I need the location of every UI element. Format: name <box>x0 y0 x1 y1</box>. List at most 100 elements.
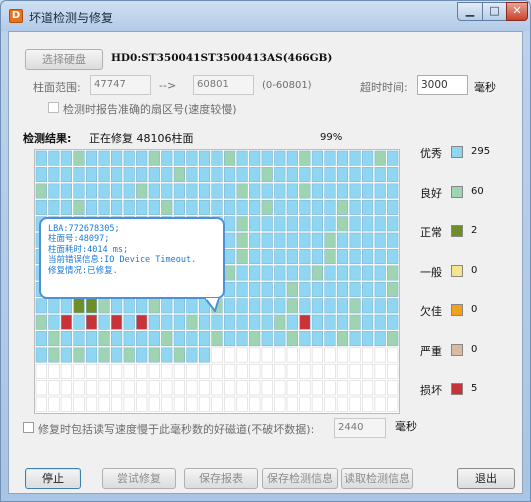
map-cell[interactable] <box>286 380 298 396</box>
map-cell[interactable] <box>311 183 324 199</box>
map-cell[interactable] <box>261 150 273 166</box>
map-cell[interactable] <box>60 314 73 330</box>
map-cell[interactable] <box>60 363 73 379</box>
map-cell[interactable] <box>85 380 98 396</box>
map-cell[interactable] <box>186 314 198 330</box>
map-cell[interactable] <box>35 331 47 347</box>
map-cell[interactable] <box>299 380 311 396</box>
map-cell[interactable] <box>361 347 374 363</box>
map-cell[interactable] <box>236 331 248 347</box>
map-cell[interactable] <box>336 232 349 248</box>
map-cell[interactable] <box>336 281 349 297</box>
map-cell[interactable] <box>324 216 336 232</box>
map-cell[interactable] <box>85 314 98 330</box>
accurate-sector-checkbox[interactable] <box>48 102 59 113</box>
map-cell[interactable] <box>286 249 298 265</box>
map-cell[interactable] <box>224 265 236 281</box>
map-cell[interactable] <box>311 167 324 183</box>
map-cell[interactable] <box>148 363 160 379</box>
map-cell[interactable] <box>349 314 361 330</box>
map-cell[interactable] <box>311 363 324 379</box>
map-cell[interactable] <box>236 199 248 215</box>
map-cell[interactable] <box>387 216 399 232</box>
map-cell[interactable] <box>35 314 47 330</box>
map-cell[interactable] <box>361 380 374 396</box>
map-cell[interactable] <box>274 380 286 396</box>
map-cell[interactable] <box>148 167 160 183</box>
map-cell[interactable] <box>324 167 336 183</box>
map-cell[interactable] <box>35 150 47 166</box>
map-cell[interactable] <box>186 347 198 363</box>
map-cell[interactable] <box>123 396 135 412</box>
map-cell[interactable] <box>311 281 324 297</box>
map-cell[interactable] <box>73 199 85 215</box>
map-cell[interactable] <box>111 331 123 347</box>
map-cell[interactable] <box>261 167 273 183</box>
map-cell[interactable] <box>349 183 361 199</box>
map-cell[interactable] <box>85 199 98 215</box>
map-cell[interactable] <box>374 298 386 314</box>
map-cell[interactable] <box>274 199 286 215</box>
map-cell[interactable] <box>361 363 374 379</box>
map-cell[interactable] <box>211 363 223 379</box>
map-cell[interactable] <box>73 167 85 183</box>
try-repair-button[interactable]: 尝试修复 <box>102 468 176 489</box>
map-cell[interactable] <box>349 232 361 248</box>
map-cell[interactable] <box>73 150 85 166</box>
map-cell[interactable] <box>336 265 349 281</box>
map-cell[interactable] <box>274 232 286 248</box>
map-cell[interactable] <box>324 232 336 248</box>
map-cell[interactable] <box>111 167 123 183</box>
map-cell[interactable] <box>123 380 135 396</box>
map-cell[interactable] <box>224 216 236 232</box>
map-cell[interactable] <box>361 167 374 183</box>
map-cell[interactable] <box>261 232 273 248</box>
map-cell[interactable] <box>387 363 399 379</box>
map-cell[interactable] <box>60 380 73 396</box>
map-cell[interactable] <box>249 167 261 183</box>
map-cell[interactable] <box>274 167 286 183</box>
map-cell[interactable] <box>186 298 198 314</box>
map-cell[interactable] <box>211 150 223 166</box>
map-cell[interactable] <box>274 183 286 199</box>
map-cell[interactable] <box>85 183 98 199</box>
map-cell[interactable] <box>299 331 311 347</box>
map-cell[interactable] <box>361 314 374 330</box>
map-cell[interactable] <box>211 314 223 330</box>
map-cell[interactable] <box>274 331 286 347</box>
map-cell[interactable] <box>299 265 311 281</box>
map-cell[interactable] <box>211 396 223 412</box>
range-end-input[interactable]: 60801 <box>193 75 254 95</box>
map-cell[interactable] <box>286 363 298 379</box>
map-cell[interactable] <box>236 363 248 379</box>
map-cell[interactable] <box>249 281 261 297</box>
map-cell[interactable] <box>161 183 173 199</box>
map-cell[interactable] <box>211 167 223 183</box>
map-cell[interactable] <box>261 183 273 199</box>
map-cell[interactable] <box>198 314 211 330</box>
map-cell[interactable] <box>224 281 236 297</box>
map-cell[interactable] <box>48 380 60 396</box>
map-cell[interactable] <box>311 314 324 330</box>
map-cell[interactable] <box>324 298 336 314</box>
map-cell[interactable] <box>236 347 248 363</box>
map-cell[interactable] <box>198 380 211 396</box>
map-cell[interactable] <box>73 363 85 379</box>
map-cell[interactable] <box>35 298 47 314</box>
map-cell[interactable] <box>299 167 311 183</box>
map-cell[interactable] <box>274 298 286 314</box>
map-cell[interactable] <box>148 396 160 412</box>
map-cell[interactable] <box>286 232 298 248</box>
map-cell[interactable] <box>198 167 211 183</box>
map-cell[interactable] <box>85 396 98 412</box>
map-cell[interactable] <box>361 199 374 215</box>
map-cell[interactable] <box>311 347 324 363</box>
map-cell[interactable] <box>349 331 361 347</box>
title-bar[interactable]: D 坏道检测与修复 ▁ □ ✕ <box>1 1 530 31</box>
map-cell[interactable] <box>249 396 261 412</box>
map-cell[interactable] <box>198 347 211 363</box>
map-cell[interactable] <box>161 199 173 215</box>
map-cell[interactable] <box>274 265 286 281</box>
map-cell[interactable] <box>261 331 273 347</box>
map-cell[interactable] <box>361 150 374 166</box>
